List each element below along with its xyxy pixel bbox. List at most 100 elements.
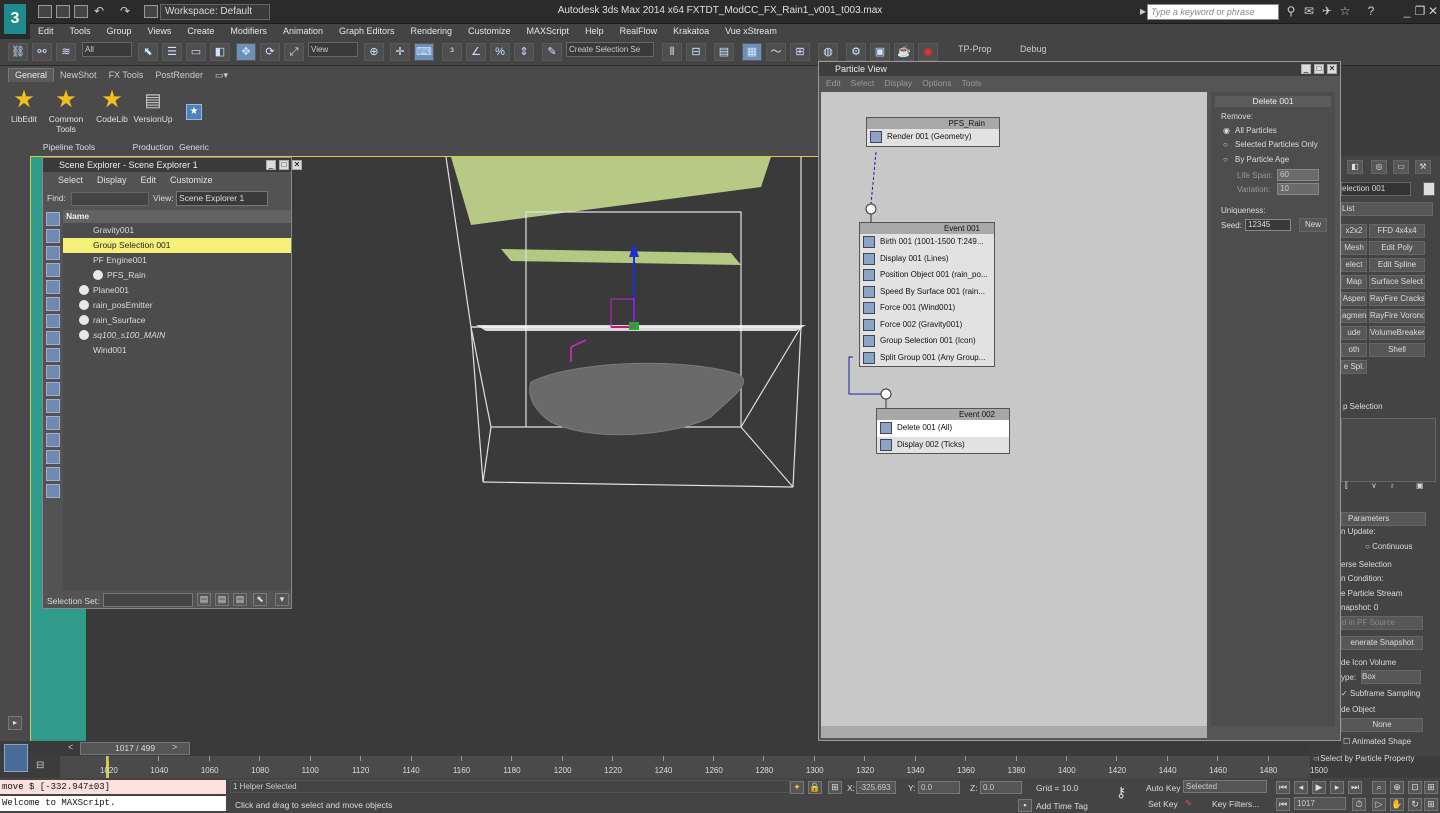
layer-manager-icon[interactable]: ▤ (714, 43, 734, 61)
modifier-button[interactable]: oth (1341, 343, 1367, 357)
scene-object-row[interactable]: PF Engine001 (63, 253, 291, 268)
scene-object-row[interactable]: rain_posEmitter (63, 298, 291, 313)
geometry-filter-icon[interactable] (46, 212, 60, 226)
node-operator-row[interactable]: Split Group 001 (Any Group... (860, 350, 994, 367)
subscription-icon[interactable]: ✉ (1302, 4, 1316, 18)
invert-filter-icon[interactable] (46, 416, 60, 430)
object-pick-button[interactable]: None (1341, 718, 1423, 732)
edit-named-selection-icon[interactable]: ✎ (542, 43, 562, 61)
zoom-all-icon[interactable]: ⊕ (1390, 781, 1404, 794)
time-tag-icon[interactable]: ▪ (1018, 799, 1032, 812)
ribbon-tab-newshot[interactable]: NewShot (54, 69, 103, 82)
auto-key-button[interactable]: Auto Key (1146, 783, 1181, 793)
ribbon-tab-postrender[interactable]: PostRender (149, 69, 209, 82)
light-filter-icon[interactable] (46, 246, 60, 260)
graphite-toolbar-icon[interactable]: ▦ (742, 43, 762, 61)
mirror-icon[interactable]: ⫴ (662, 43, 682, 61)
camera-filter-icon[interactable] (46, 263, 60, 277)
maximize-viewport-icon[interactable]: ⊞ (1424, 798, 1438, 811)
pv-menu-tools[interactable]: Tools (956, 76, 986, 90)
selection-set-menu-icon[interactable]: ▾ (275, 593, 289, 606)
particle-filter-icon[interactable] (46, 365, 60, 379)
scene-object-row[interactable]: Gravity001 (63, 223, 291, 238)
particle-flow-canvas[interactable]: PFS_Rain Render 001 (Geometry) Event 001… (821, 92, 1207, 726)
create-tab-icon[interactable]: ◧ (1347, 160, 1363, 174)
modifier-button[interactable]: elect (1341, 258, 1367, 272)
modifier-list-dropdown[interactable]: List (1341, 202, 1433, 216)
menu-create[interactable]: Create (179, 24, 222, 39)
make-unique-icon[interactable]: ♁ (1389, 481, 1395, 490)
time-configuration-icon[interactable]: ⏱ (1352, 798, 1366, 811)
modifier-stack[interactable] (1341, 418, 1436, 482)
name-column-header[interactable]: Name (63, 210, 291, 223)
helper-filter-icon[interactable] (46, 280, 60, 294)
scene-object-row[interactable]: Group Selection 001 (63, 238, 291, 253)
modifier-button[interactable]: RayFire Cracks (1369, 292, 1425, 306)
scene-object-row[interactable]: rain_Ssurface (63, 313, 291, 328)
time-slider[interactable]: < 1017 / 499 > (30, 741, 1310, 756)
xref-filter-icon[interactable] (46, 331, 60, 345)
go-to-start-icon[interactable]: ⏮ (1276, 781, 1290, 794)
node-operator-row[interactable]: Speed By Surface 001 (rain... (860, 284, 994, 301)
modifier-button[interactable]: Edit Poly (1369, 241, 1425, 255)
align-icon[interactable]: ⊟ (686, 43, 706, 61)
pin-stack-icon[interactable]: ⫿ (1345, 481, 1348, 491)
menu-customize[interactable]: Customize (460, 24, 519, 39)
menu-rendering[interactable]: Rendering (403, 24, 461, 39)
close-icon[interactable]: ✕ (1426, 4, 1440, 18)
search-input[interactable]: Type a keyword or phrase (1147, 4, 1279, 20)
project-folder-icon[interactable] (144, 5, 158, 18)
save-file-icon[interactable] (74, 5, 88, 18)
group-filter-icon[interactable] (46, 314, 60, 328)
maximize-icon[interactable]: □ (1314, 64, 1324, 74)
select-object-icon[interactable]: ⬉ (138, 43, 158, 61)
track-bar[interactable]: 1020 1040 1060 1080 1100 1120 1140 1160 1180 1200… (60, 756, 1328, 778)
select-and-rotate-icon[interactable]: ⟳ (260, 43, 280, 61)
angle-snap-icon[interactable]: ∠ (466, 43, 486, 61)
scene-object-row[interactable]: Plane001 (63, 283, 291, 298)
modifier-button[interactable]: x2x2 (1341, 224, 1367, 238)
menu-tools[interactable]: Tools (62, 24, 99, 39)
continuous-option[interactable]: ○ Continuous (1365, 542, 1413, 551)
next-frame-arrow-icon[interactable]: > (172, 742, 182, 755)
node-operator-row[interactable]: Force 001 (Wind001) (860, 300, 994, 317)
generic-star-icon[interactable]: ★ (186, 104, 202, 120)
maxscript-input-line[interactable]: Welcome to MAXScript. (0, 796, 226, 811)
modifier-button[interactable]: ude (1341, 326, 1367, 340)
minimize-icon[interactable]: _ (266, 160, 276, 170)
selection-set-remove-icon[interactable]: ▤ (233, 593, 247, 606)
modifier-button[interactable]: Mesh (1341, 241, 1367, 255)
modifier-button[interactable]: Map (1341, 275, 1367, 289)
lock-icon[interactable] (46, 484, 60, 498)
selected-particles-option[interactable]: Selected Particles Only (1235, 140, 1318, 149)
configure-sets-icon[interactable]: ▣ (1416, 481, 1424, 490)
menu-graph-editors[interactable]: Graph Editors (331, 24, 403, 39)
event-002-node[interactable]: Event 002 Delete 001 (All) Display 002 (T… (876, 408, 1010, 454)
prev-frame-arrow-icon[interactable]: < (68, 742, 78, 755)
undo-icon[interactable]: ↶ (92, 4, 106, 18)
radio-icon[interactable]: ○ (1223, 140, 1228, 149)
scene-object-row[interactable]: PFS_Rain (63, 268, 291, 283)
keyboard-shortcut-override-icon[interactable]: ⌨ (414, 43, 434, 61)
object-name-input[interactable]: election 001 (1341, 182, 1411, 196)
selection-filter-dropdown[interactable]: All (82, 42, 132, 57)
generate-snapshot-button[interactable]: enerate Snapshot (1341, 636, 1423, 650)
select-and-scale-icon[interactable]: ⤢ (284, 43, 304, 61)
manipulate-icon[interactable]: ✛ (390, 43, 410, 61)
snaps-toggle-icon[interactable]: ³ (442, 43, 462, 61)
selection-set-pick-icon[interactable]: ⬉ (253, 593, 267, 606)
redo-icon[interactable]: ↷ (118, 4, 132, 18)
communication-icon[interactable]: ✈ (1320, 4, 1334, 18)
view-dropdown[interactable]: Scene Explorer 1 (176, 191, 268, 206)
menu-edit[interactable]: Edit (30, 24, 62, 39)
node-operator-row[interactable]: Group Selection 001 (Icon) (860, 333, 994, 350)
modifier-button[interactable]: VolumeBreaker (1369, 326, 1425, 340)
current-frame-input[interactable]: 1017 (1294, 797, 1346, 810)
motion-tab-icon[interactable]: ◎ (1371, 160, 1387, 174)
menu-realflow[interactable]: RealFlow (612, 24, 666, 39)
shape-filter-icon[interactable] (46, 229, 60, 243)
named-selection-sets-dropdown[interactable]: Create Selection Se (566, 42, 654, 57)
display-tab-icon[interactable]: ▭ (1393, 160, 1409, 174)
bone-filter-icon[interactable] (46, 348, 60, 362)
modifier-button[interactable]: Shell (1369, 343, 1425, 357)
